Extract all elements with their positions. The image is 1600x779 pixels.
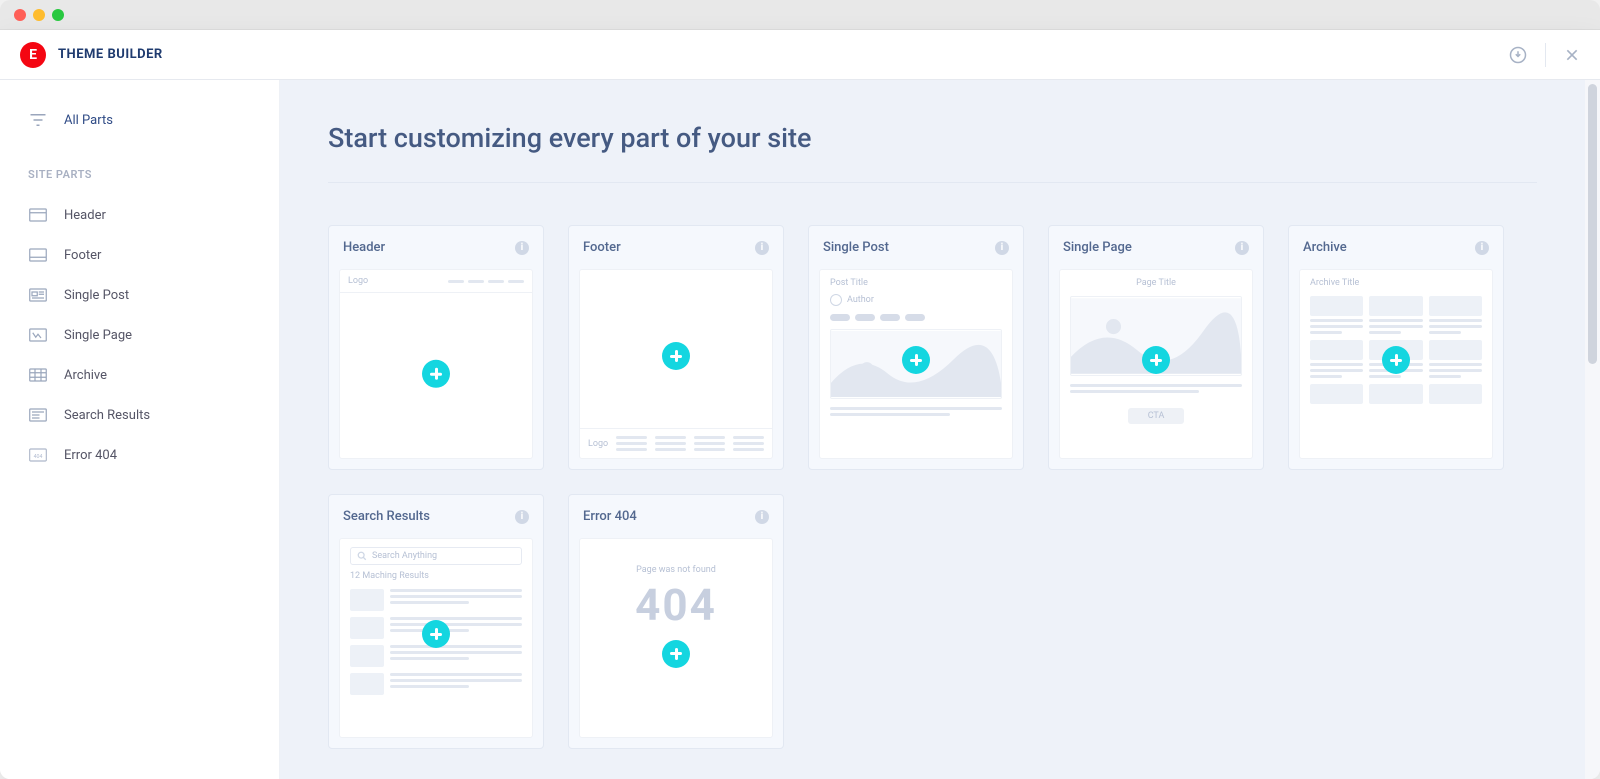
close-icon[interactable] <box>1564 47 1580 63</box>
sidebar-item-label: All Parts <box>64 113 113 128</box>
card-header[interactable]: Header i Logo <box>328 225 544 470</box>
add-button[interactable] <box>662 342 690 370</box>
wf-logo-label: Logo <box>588 439 608 449</box>
add-button[interactable] <box>1382 346 1410 374</box>
download-icon[interactable] <box>1509 46 1527 64</box>
window-titlebar <box>0 0 1600 30</box>
info-icon[interactable]: i <box>515 510 529 524</box>
window-maximize-button[interactable] <box>52 9 64 21</box>
wf-404-message: Page was not found <box>580 565 772 575</box>
info-icon[interactable]: i <box>1475 241 1489 255</box>
sidebar-item-header[interactable]: Header <box>0 195 279 235</box>
app-title: THEME BUILDER <box>58 47 163 62</box>
sidebar-item-all-parts[interactable]: All Parts <box>0 100 279 140</box>
sidebar-item-label: Search Results <box>64 408 150 423</box>
card-footer[interactable]: Footer i Logo <box>568 225 784 470</box>
add-button[interactable] <box>1142 346 1170 374</box>
main-area: Start customizing every part of your sit… <box>280 80 1600 779</box>
divider <box>1545 43 1546 67</box>
sidebar-item-label: Single Page <box>64 328 132 343</box>
card-single-page[interactable]: Single Page i Page Title <box>1048 225 1264 470</box>
single-post-icon <box>28 287 48 303</box>
info-icon[interactable]: i <box>1235 241 1249 255</box>
card-label: Single Page <box>1063 240 1132 255</box>
info-icon[interactable]: i <box>755 241 769 255</box>
card-preview: Logo <box>579 269 773 459</box>
wf-logo-label: Logo <box>348 276 368 286</box>
card-label: Archive <box>1303 240 1347 255</box>
wf-archive-title: Archive Title <box>1310 278 1482 288</box>
parts-grid: Header i Logo <box>328 225 1537 749</box>
sidebar-item-label: Header <box>64 208 106 223</box>
sidebar-item-error-404[interactable]: 404 Error 404 <box>0 435 279 475</box>
page-title: Start customizing every part of your sit… <box>328 122 1537 183</box>
window-close-button[interactable] <box>14 9 26 21</box>
info-icon[interactable]: i <box>995 241 1009 255</box>
filter-icon <box>28 112 48 128</box>
sidebar-item-label: Archive <box>64 368 107 383</box>
scrollbar[interactable] <box>1585 80 1600 779</box>
sidebar-item-single-page[interactable]: Single Page <box>0 315 279 355</box>
scrollbar-thumb[interactable] <box>1588 84 1597 364</box>
card-preview: Archive Title <box>1299 269 1493 459</box>
wf-page-title: Page Title <box>1070 278 1242 288</box>
elementor-logo-icon: E <box>20 42 46 68</box>
sidebar-item-single-post[interactable]: Single Post <box>0 275 279 315</box>
sidebar: All Parts SITE PARTS Header Footer Sing <box>0 80 280 779</box>
info-icon[interactable]: i <box>515 241 529 255</box>
sidebar-item-search-results[interactable]: Search Results <box>0 395 279 435</box>
wf-author: Author <box>847 295 874 305</box>
wf-search-placeholder: Search Anything <box>372 551 437 561</box>
error-404-icon: 404 <box>28 447 48 463</box>
wf-post-title: Post Title <box>830 278 1002 288</box>
archive-icon <box>28 367 48 383</box>
sidebar-item-footer[interactable]: Footer <box>0 235 279 275</box>
header-layout-icon <box>28 207 48 223</box>
card-preview: Page Title CT <box>1059 269 1253 459</box>
sidebar-heading: SITE PARTS <box>0 140 279 195</box>
svg-text:404: 404 <box>34 454 43 460</box>
wf-results-count: 12 Maching Results <box>350 571 522 581</box>
add-button[interactable] <box>662 640 690 668</box>
sidebar-item-label: Footer <box>64 248 101 263</box>
sidebar-item-archive[interactable]: Archive <box>0 355 279 395</box>
card-error-404[interactable]: Error 404 i Page was not found 404 <box>568 494 784 749</box>
add-button[interactable] <box>902 346 930 374</box>
card-preview: Page was not found 404 <box>579 538 773 738</box>
search-results-icon <box>28 407 48 423</box>
card-label: Error 404 <box>583 509 637 524</box>
card-search-results[interactable]: Search Results i Search Anything 12 Mach… <box>328 494 544 749</box>
info-icon[interactable]: i <box>755 510 769 524</box>
footer-layout-icon <box>28 247 48 263</box>
card-preview: Post Title Author <box>819 269 1013 459</box>
wf-cta: CTA <box>1128 408 1185 424</box>
top-bar: E THEME BUILDER <box>0 30 1600 80</box>
card-label: Search Results <box>343 509 430 524</box>
window-minimize-button[interactable] <box>33 9 45 21</box>
card-preview: Search Anything 12 Maching Results <box>339 538 533 738</box>
wf-404-code: 404 <box>580 579 772 631</box>
card-archive[interactable]: Archive i Archive Title <box>1288 225 1504 470</box>
card-label: Header <box>343 240 385 255</box>
card-preview: Logo <box>339 269 533 459</box>
add-button[interactable] <box>422 360 450 388</box>
card-single-post[interactable]: Single Post i Post Title Author <box>808 225 1024 470</box>
add-button[interactable] <box>422 620 450 648</box>
single-page-icon <box>28 327 48 343</box>
sidebar-item-label: Single Post <box>64 288 129 303</box>
sidebar-item-label: Error 404 <box>64 448 117 463</box>
card-label: Footer <box>583 240 621 255</box>
card-label: Single Post <box>823 240 889 255</box>
